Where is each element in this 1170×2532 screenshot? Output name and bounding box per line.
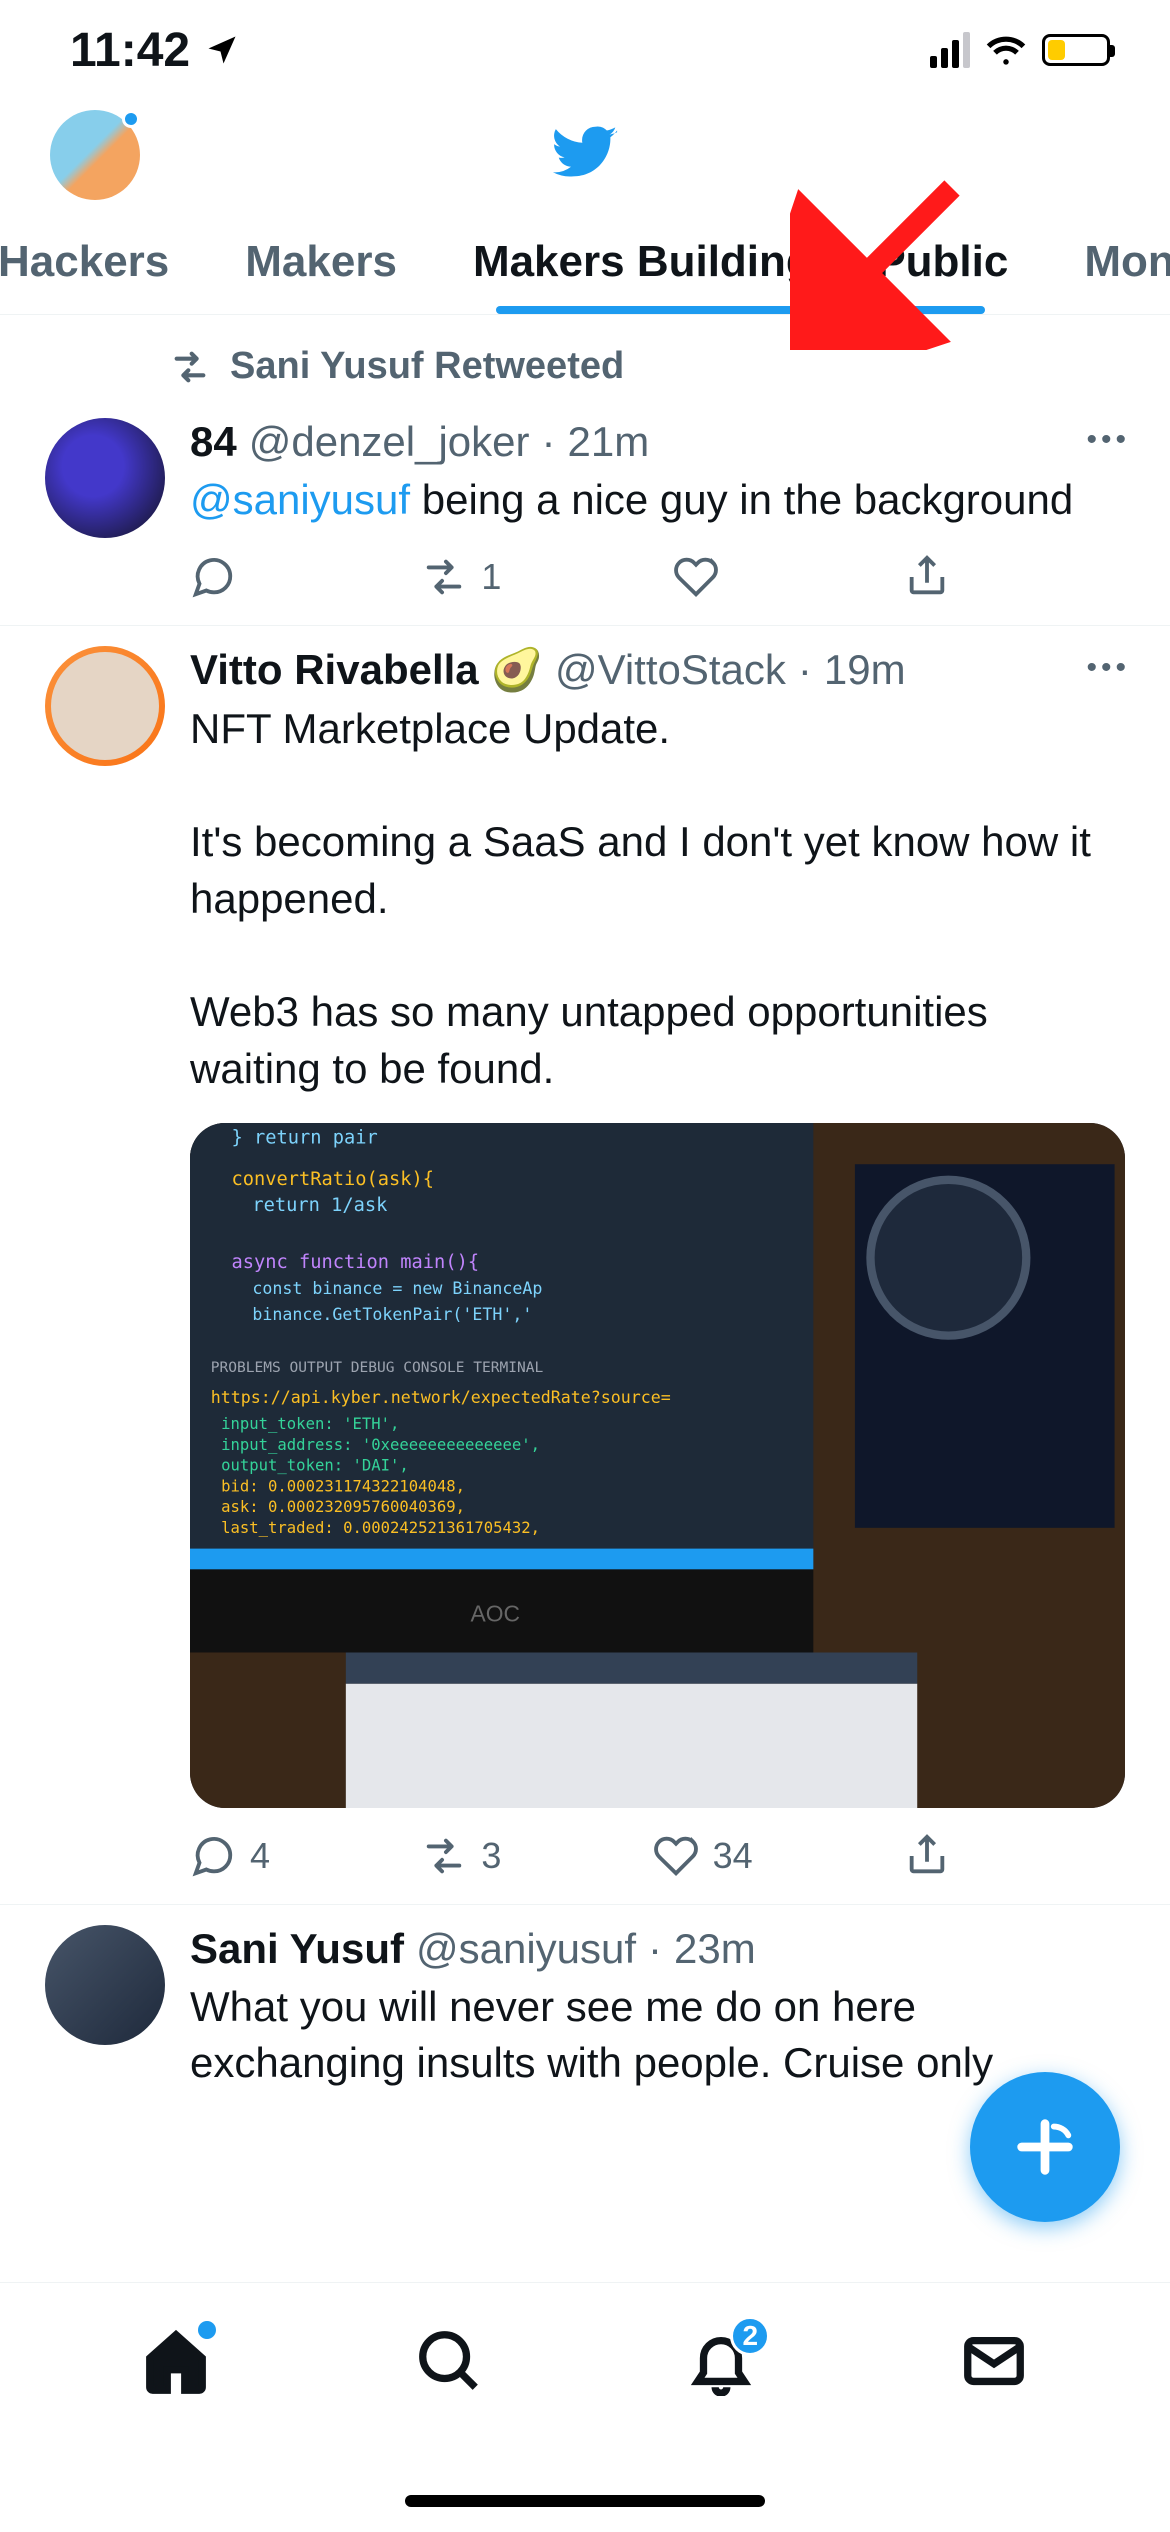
retweet-button[interactable]: 1	[421, 554, 501, 600]
share-icon	[904, 1833, 950, 1879]
svg-text:input_token: 'ETH',: input_token: 'ETH',	[221, 1415, 399, 1433]
timestamp: 19m	[824, 646, 906, 694]
nav-search[interactable]	[414, 2326, 484, 2401]
svg-text:https://api.kyber.network/expe: https://api.kyber.network/expectedRate?s…	[211, 1388, 671, 1407]
display-name[interactable]: Sani Yusuf	[190, 1925, 404, 1973]
battery-icon	[1042, 34, 1110, 66]
location-arrow-icon	[204, 32, 240, 68]
retweet-icon	[421, 554, 467, 600]
tweet-actions: 1	[190, 554, 950, 600]
more-button[interactable]: •••	[1086, 651, 1130, 685]
tweet[interactable]: Vitto Rivabella 🥑 @VittoStack · 19m NFT …	[0, 626, 1170, 1905]
status-bar: 11:42	[0, 0, 1170, 100]
nav-messages[interactable]	[959, 2326, 1029, 2401]
mention-link[interactable]: @saniyusuf	[190, 476, 410, 523]
cellular-signal-icon	[930, 32, 970, 68]
tab-money[interactable]: Mone	[1046, 210, 1170, 314]
handle[interactable]: @denzel_joker	[249, 418, 530, 466]
svg-text:convertRatio(ask){: convertRatio(ask){	[232, 1169, 435, 1190]
svg-text:return 1/ask: return 1/ask	[252, 1194, 387, 1215]
social-context: Sani Yusuf Retweeted	[0, 315, 1170, 398]
svg-text:ask: 0.000232095760040369,: ask: 0.000232095760040369,	[221, 1498, 465, 1516]
nav-notifications[interactable]: 2	[686, 2326, 756, 2401]
nav-home[interactable]	[141, 2326, 211, 2401]
display-name[interactable]: Vitto Rivabella	[190, 646, 479, 694]
retweet-icon	[421, 1833, 467, 1879]
profile-avatar-button[interactable]	[50, 110, 140, 200]
tweet-actions: 4 3 34	[190, 1833, 950, 1879]
handle[interactable]: @saniyusuf	[416, 1925, 636, 1973]
like-button[interactable]	[673, 554, 733, 600]
timestamp: 23m	[674, 1925, 756, 1973]
share-button[interactable]	[904, 554, 950, 600]
search-icon	[414, 2326, 484, 2396]
tweet[interactable]: Sani Yusuf @saniyusuf · 23m What you wil…	[0, 1905, 1170, 2117]
reply-button[interactable]	[190, 554, 250, 600]
social-context-text: Sani Yusuf Retweeted	[230, 345, 624, 388]
home-indicator	[405, 2495, 765, 2507]
svg-text:bid: 0.000231174322104048,: bid: 0.000231174322104048,	[221, 1477, 465, 1495]
svg-text:input_address: '0xeeeeeeeeeeee: input_address: '0xeeeeeeeeeeeeee',	[221, 1435, 540, 1453]
bottom-navigation: 2	[0, 2282, 1170, 2532]
author-avatar[interactable]	[45, 646, 165, 766]
tweet[interactable]: 84 @denzel_joker · 21m @saniyusuf being …	[0, 398, 1170, 626]
svg-text:const binance = new BinanceAp: const binance = new BinanceAp	[252, 1279, 542, 1298]
lists-tabs: Hackers Makers Makers Building in Public…	[0, 210, 1170, 315]
retweet-button[interactable]: 3	[421, 1833, 501, 1879]
tab-makers[interactable]: Makers	[207, 210, 435, 314]
reply-button[interactable]: 4	[190, 1833, 270, 1879]
twitter-logo-icon[interactable]	[550, 118, 620, 193]
tweet-media-image[interactable]: } return pair convertRatio(ask){ return …	[190, 1123, 1125, 1808]
wifi-icon	[984, 28, 1028, 72]
author-avatar[interactable]	[45, 418, 165, 538]
status-time: 11:42	[70, 23, 190, 78]
notifications-badge: 2	[730, 2316, 770, 2356]
share-button[interactable]	[904, 1833, 950, 1879]
share-icon	[904, 554, 950, 600]
tweet-header: Vitto Rivabella 🥑 @VittoStack · 19m	[190, 646, 1125, 695]
new-activity-dot	[122, 110, 140, 128]
reply-icon	[190, 1833, 236, 1879]
tab-makers-building-in-public[interactable]: Makers Building in Public	[435, 210, 1046, 314]
svg-text:async function main(){: async function main(){	[232, 1252, 480, 1273]
reply-icon	[190, 554, 236, 600]
home-new-dot	[198, 2321, 216, 2339]
svg-text:AOC: AOC	[471, 1600, 521, 1626]
tweet-header: Sani Yusuf @saniyusuf · 23m	[190, 1925, 1125, 1973]
tweet-text: @saniyusuf being a nice guy in the backg…	[190, 472, 1125, 529]
more-button[interactable]: •••	[1086, 423, 1130, 457]
like-button[interactable]: 34	[653, 1833, 753, 1879]
handle[interactable]: @VittoStack	[555, 646, 786, 694]
retweet-icon	[170, 347, 210, 387]
svg-text:binance.GetTokenPair('ETH',': binance.GetTokenPair('ETH','	[252, 1305, 532, 1324]
compose-tweet-button[interactable]	[970, 2072, 1120, 2222]
tab-hackers[interactable]: Hackers	[0, 210, 207, 314]
compose-icon	[1010, 2112, 1080, 2182]
avocado-emoji: 🥑	[491, 646, 543, 695]
timestamp: 21m	[568, 418, 650, 466]
tweet-text: NFT Marketplace Update. It's becoming a …	[190, 701, 1125, 1098]
envelope-icon	[959, 2326, 1029, 2396]
app-header	[0, 100, 1170, 210]
svg-text:} return pair: } return pair	[232, 1127, 378, 1148]
svg-text:PROBLEMS OUTPUT DEBUG CONSOL: PROBLEMS OUTPUT DEBUG CONSOLE TERMINAL	[211, 1360, 544, 1376]
display-name[interactable]: 84	[190, 418, 237, 466]
svg-text:output_token: 'DAI',: output_token: 'DAI',	[221, 1456, 409, 1474]
author-avatar[interactable]	[45, 1925, 165, 2045]
tweet-text: What you will never see me do on here ex…	[190, 1979, 1125, 2092]
tweet-header: 84 @denzel_joker · 21m	[190, 418, 1125, 466]
heart-icon	[673, 554, 719, 600]
svg-text:last_traded: 0.000242521361705: last_traded: 0.000242521361705432,	[221, 1519, 540, 1537]
heart-icon	[653, 1833, 699, 1879]
